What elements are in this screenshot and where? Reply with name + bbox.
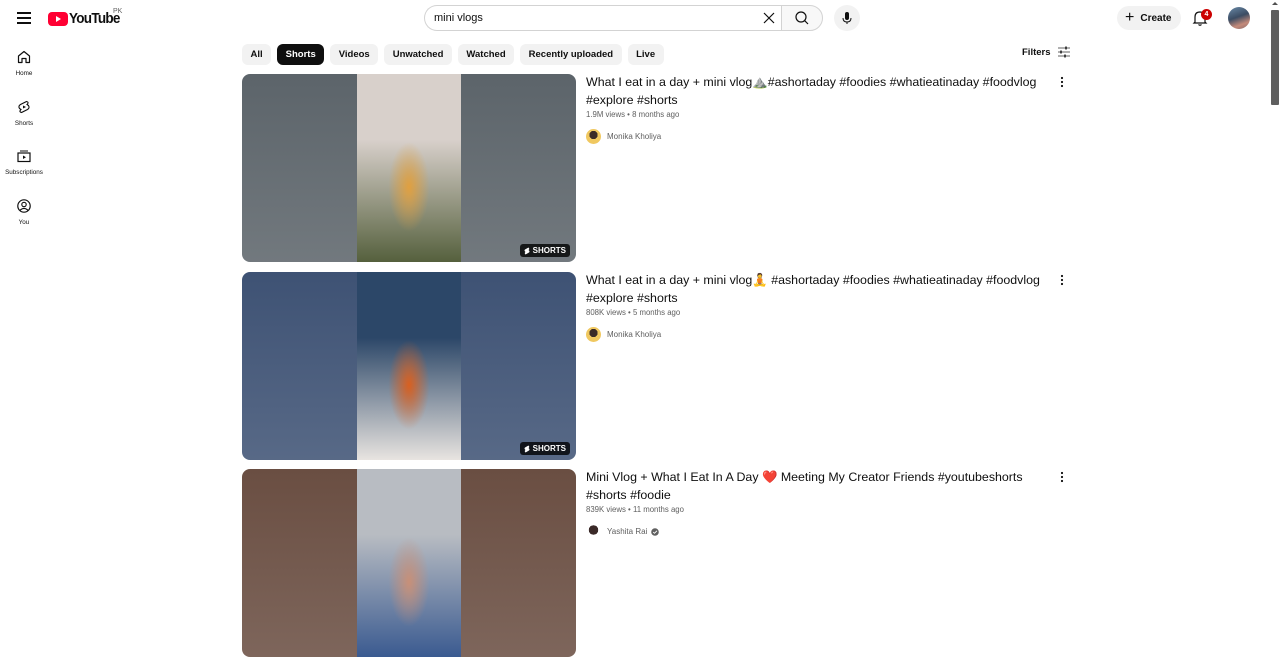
video-thumbnail[interactable]: SHORTS — [242, 74, 576, 262]
top-bar: YouTube PK + Create 4 — [0, 0, 1270, 36]
sidebar-item-shorts[interactable]: Shorts — [0, 94, 48, 144]
sidebar-item-label: Subscriptions — [5, 169, 43, 176]
video-meta: 808K views • 5 months ago — [586, 308, 1046, 317]
more-actions-button[interactable] — [1054, 74, 1070, 90]
notification-count-badge: 4 — [1201, 9, 1212, 20]
video-thumbnail[interactable] — [242, 469, 576, 657]
channel-avatar — [586, 129, 601, 144]
channel-link[interactable]: Monika Kholiya — [586, 129, 1046, 144]
video-result: SHORTS What I eat in a day + mini vlog⛰️… — [242, 74, 1072, 262]
sidebar-item-label: Shorts — [14, 119, 34, 127]
channel-name: Monika Kholiya — [607, 330, 662, 339]
search-button[interactable] — [781, 5, 823, 31]
menu-icon[interactable] — [12, 6, 36, 30]
more-vertical-icon — [1060, 471, 1064, 483]
sidebar-item-home[interactable]: Home — [0, 44, 48, 94]
shorts-badge: SHORTS — [519, 442, 570, 455]
home-icon — [17, 50, 31, 64]
search-box — [424, 5, 782, 31]
create-label: Create — [1140, 12, 1172, 24]
upload-age: 11 months ago — [632, 505, 684, 514]
video-title[interactable]: What I eat in a day + mini vlog🧘 #ashort… — [586, 272, 1046, 307]
scroll-up-arrow-icon[interactable] — [1272, 2, 1278, 5]
chip-watched[interactable]: Watched — [457, 44, 515, 65]
thumbnail-image — [357, 74, 461, 262]
search-input[interactable] — [425, 6, 745, 30]
view-count: 839K views — [586, 505, 626, 514]
channel-name: Monika Kholiya — [607, 132, 662, 141]
subscriptions-icon — [17, 150, 31, 163]
channel-link[interactable]: Yashita Rai — [586, 524, 1046, 539]
sliders-icon — [1057, 46, 1070, 58]
shorts-badge: SHORTS — [519, 244, 570, 257]
chip-all[interactable]: All — [242, 44, 272, 65]
chip-shorts[interactable]: Shorts — [277, 44, 325, 65]
microphone-icon — [842, 12, 852, 24]
verified-badge-icon — [651, 527, 660, 536]
filters-button[interactable]: Filters — [1022, 46, 1071, 58]
filters-label: Filters — [1022, 46, 1051, 58]
video-info: What I eat in a day + mini vlog🧘 #ashort… — [586, 272, 1046, 342]
channel-name: Yashita Rai — [607, 527, 648, 536]
more-vertical-icon — [1060, 274, 1064, 286]
video-title[interactable]: Mini Vlog + What I Eat In A Day ❤️ Meeti… — [586, 469, 1046, 504]
sidebar-item-label: Home — [15, 70, 33, 77]
chip-recently-uploaded[interactable]: Recently uploaded — [520, 44, 622, 65]
chip-videos[interactable]: Videos — [330, 44, 379, 65]
account-avatar[interactable] — [1228, 7, 1250, 29]
channel-avatar — [586, 327, 601, 342]
video-result: SHORTS What I eat in a day + mini vlog🧘 … — [242, 272, 1072, 460]
view-count: 808K views — [586, 308, 626, 317]
meta-separator: • — [628, 505, 631, 514]
plus-icon: + — [1125, 9, 1135, 26]
chip-unwatched[interactable]: Unwatched — [384, 44, 452, 65]
meta-separator: • — [627, 110, 630, 119]
video-info: Mini Vlog + What I Eat In A Day ❤️ Meeti… — [586, 469, 1046, 539]
mini-guide: Home Shorts Subscriptions You — [0, 44, 48, 242]
user-circle-icon — [17, 198, 31, 213]
shorts-small-icon — [524, 445, 530, 452]
video-title[interactable]: What I eat in a day + mini vlog⛰️#ashort… — [586, 74, 1046, 109]
view-count: 1.9M views — [586, 110, 625, 119]
video-info: What I eat in a day + mini vlog⛰️#ashort… — [586, 74, 1046, 144]
shorts-small-icon — [524, 247, 530, 254]
page-scrollbar[interactable] — [1270, 0, 1280, 633]
scrollbar-thumb[interactable] — [1271, 10, 1279, 105]
upload-age: 5 months ago — [632, 308, 681, 317]
clear-search-icon[interactable] — [760, 9, 778, 27]
filter-chips-bar: All Shorts Videos Unwatched Watched Rece… — [242, 44, 664, 65]
meta-separator: • — [628, 308, 631, 317]
video-result: Mini Vlog + What I Eat In A Day ❤️ Meeti… — [242, 469, 1072, 657]
channel-link[interactable]: Monika Kholiya — [586, 327, 1046, 342]
video-thumbnail[interactable]: SHORTS — [242, 272, 576, 460]
search-icon — [795, 11, 809, 25]
sidebar-item-you[interactable]: You — [0, 193, 48, 243]
video-meta: 1.9M views • 8 months ago — [586, 110, 1046, 119]
more-actions-button[interactable] — [1054, 469, 1070, 485]
shorts-icon — [18, 100, 30, 113]
video-meta: 839K views • 11 months ago — [586, 505, 1046, 514]
more-vertical-icon — [1060, 76, 1064, 88]
more-actions-button[interactable] — [1054, 272, 1070, 288]
sidebar-item-label: You — [18, 218, 30, 226]
play-icon — [48, 11, 68, 26]
sidebar-item-subscriptions[interactable]: Subscriptions — [0, 143, 48, 193]
create-button[interactable]: + Create — [1117, 6, 1181, 30]
country-code: PK — [113, 8, 123, 15]
upload-age: 8 months ago — [632, 110, 680, 119]
chip-live[interactable]: Live — [627, 44, 664, 65]
thumbnail-image — [357, 469, 461, 657]
channel-avatar — [586, 524, 601, 539]
thumbnail-image — [357, 272, 461, 460]
voice-search-button[interactable] — [834, 5, 860, 31]
